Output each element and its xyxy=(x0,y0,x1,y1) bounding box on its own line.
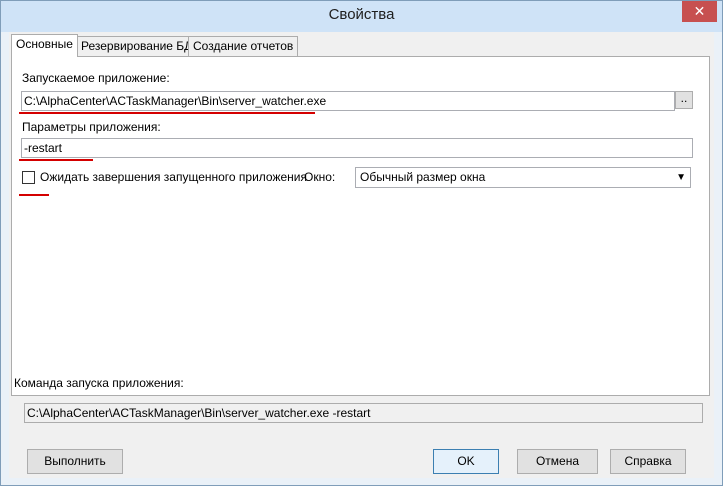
browse-button[interactable]: .. xyxy=(675,91,693,109)
wait-checkbox-label: Ожидать завершения запущенного приложени… xyxy=(40,170,307,184)
tab-main[interactable]: Основные xyxy=(11,34,78,57)
title-bar[interactable]: Свойства ✕ xyxy=(1,1,722,32)
tab-db-backup[interactable]: Резервирование БД xyxy=(76,36,198,56)
wait-checkbox[interactable] xyxy=(22,171,35,184)
params-label: Параметры приложения: xyxy=(22,120,161,134)
app-path-input[interactable]: C:\AlphaCenter\ACTaskManager\Bin\server_… xyxy=(21,91,675,111)
tab-reports[interactable]: Создание отчетов xyxy=(188,36,299,56)
annotation-underline-path xyxy=(19,112,315,114)
annotation-underline-params xyxy=(19,159,93,161)
ok-button[interactable]: OK xyxy=(433,449,499,474)
dialog-client-area: Основные Резервирование БД Создание отче… xyxy=(9,32,714,478)
run-button[interactable]: Выполнить xyxy=(27,449,123,474)
chevron-down-icon: ▼ xyxy=(676,172,686,183)
close-button[interactable]: ✕ xyxy=(682,1,717,22)
help-button[interactable]: Справка xyxy=(610,449,686,474)
cancel-button[interactable]: Отмена xyxy=(517,449,598,474)
properties-dialog: Свойства ✕ Основные Резервирование БД Со… xyxy=(0,0,723,486)
window-mode-select[interactable]: Обычный размер окна ▼ xyxy=(355,167,691,188)
annotation-underline-checkbox xyxy=(19,194,49,196)
app-path-label: Запускаемое приложение: xyxy=(22,71,170,85)
close-icon: ✕ xyxy=(693,3,706,19)
window-title: Свойства xyxy=(328,6,395,23)
window-mode-value: Обычный размер окна xyxy=(360,170,486,184)
params-input[interactable]: -restart xyxy=(21,138,693,158)
command-preview: C:\AlphaCenter\ACTaskManager\Bin\server_… xyxy=(24,403,703,423)
tab-panel-main: Запускаемое приложение: C:\AlphaCenter\A… xyxy=(11,56,710,396)
command-label: Команда запуска приложения: xyxy=(14,376,184,390)
window-mode-label: Окно: xyxy=(304,170,336,184)
